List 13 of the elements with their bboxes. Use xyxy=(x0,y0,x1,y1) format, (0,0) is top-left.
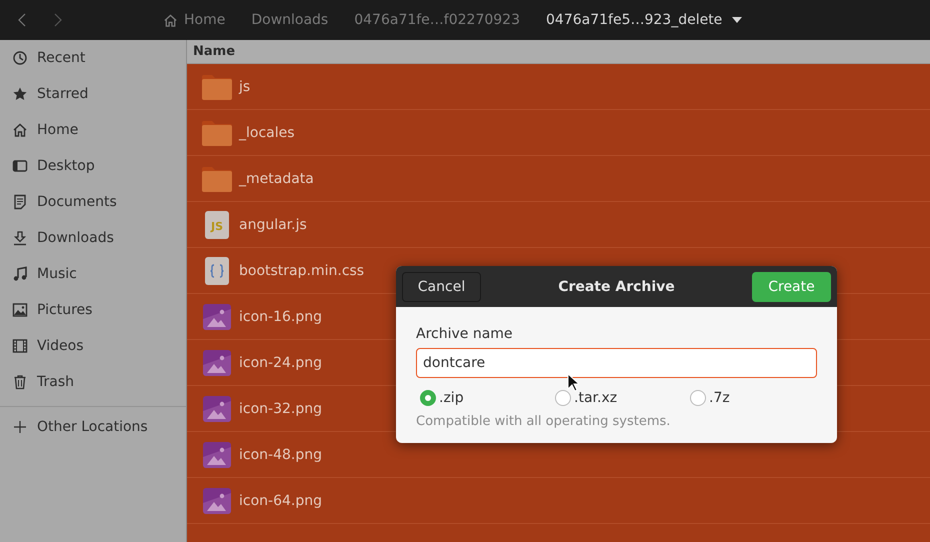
dialog-title: Create Archive xyxy=(558,278,675,294)
file-name: js xyxy=(239,78,250,94)
file-name: _metadata xyxy=(239,170,314,186)
file-name: icon-48.png xyxy=(239,446,322,462)
field-label: Archive name xyxy=(416,326,514,342)
file-name: icon-24.png xyxy=(239,354,322,370)
file-name: angular.js xyxy=(239,216,307,232)
file-name: icon-16.png xyxy=(239,308,322,324)
file-name: icon-64.png xyxy=(239,492,322,508)
file-name: _locales xyxy=(239,124,295,140)
file-name: bootstrap.min.css xyxy=(239,262,364,278)
format-hint: Compatible with all operating systems. xyxy=(416,414,672,429)
file-name: icon-32.png xyxy=(239,400,322,416)
